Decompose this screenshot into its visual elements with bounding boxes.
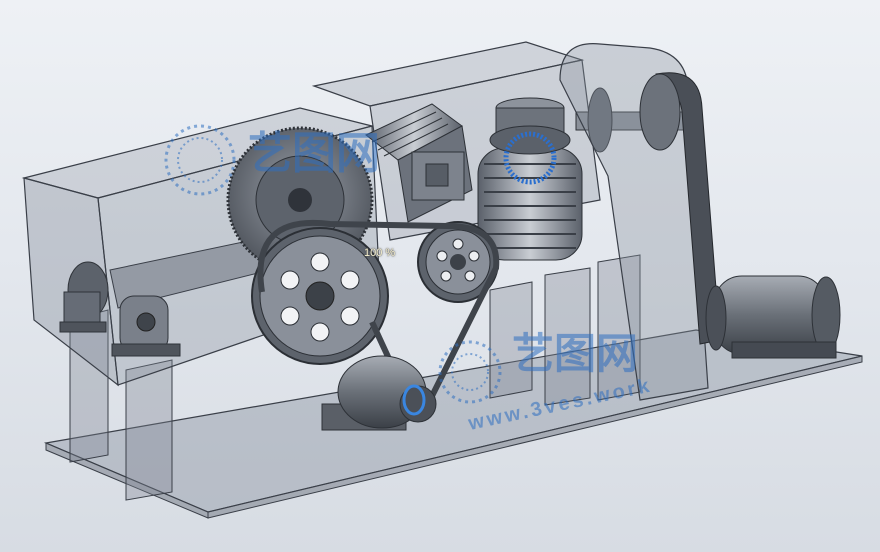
right-motor[interactable] (705, 275, 841, 359)
lower-motor[interactable] (321, 355, 437, 431)
machine-assembly-model[interactable]: 艺图网 艺图网 www.3ves.work (0, 0, 880, 552)
zoom-indicator: 100 % (364, 247, 396, 259)
cad-viewport[interactable]: 艺图网 艺图网 www.3ves.work 100 % (0, 0, 880, 552)
bearing-block-left[interactable] (59, 291, 107, 333)
watermark-brand-right: 艺图网 (512, 330, 638, 377)
watermark-brand-left: 艺图网 (248, 129, 380, 178)
gear-box-cover (425, 163, 449, 187)
